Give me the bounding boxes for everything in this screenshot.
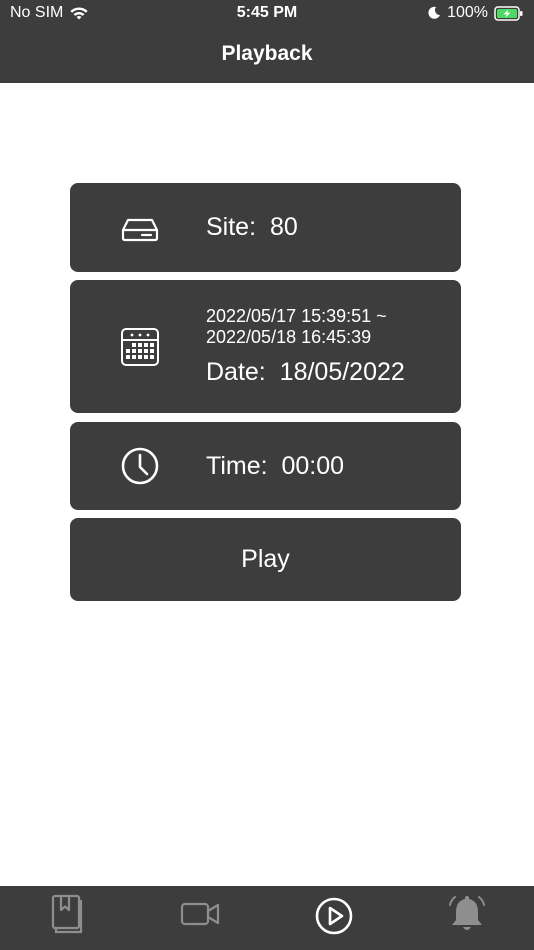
site-value: 80 — [269, 213, 298, 241]
tab-playback[interactable] — [312, 892, 356, 936]
site-label-text: Site: — [206, 213, 257, 241]
time-value: 00:00 — [281, 452, 345, 480]
play-button[interactable]: Play — [70, 518, 461, 601]
bookmark-book-icon — [51, 894, 83, 934]
bell-icon — [449, 896, 485, 930]
battery-percent: 100% — [447, 4, 488, 21]
time-label-text: Time: — [206, 452, 268, 480]
tab-bar — [0, 886, 534, 950]
clock-icon — [121, 447, 159, 485]
status-right: 100% — [427, 4, 524, 22]
date-label: Date: 18/05/2022 — [206, 358, 405, 387]
tab-alarms[interactable] — [445, 892, 489, 936]
moon-icon — [428, 6, 441, 19]
video-camera-icon — [180, 902, 220, 926]
time-selector[interactable]: Time: 00:00 — [70, 422, 461, 510]
site-selector[interactable]: Site: 80 — [70, 183, 461, 272]
range-start: 2022/05/17 15:39:51 ~ — [206, 306, 387, 326]
calendar-icon — [121, 328, 159, 366]
page-title: Playback — [221, 42, 313, 65]
navigation-bar: No SIM 5:45 PM 100% Playback — [0, 0, 534, 83]
date-value: 18/05/2022 — [279, 358, 405, 386]
range-end: 2022/05/18 16:45:39 — [206, 327, 372, 347]
battery-charging-icon — [494, 5, 523, 21]
tab-live[interactable] — [178, 892, 222, 936]
date-label-text: Date: — [206, 358, 266, 386]
hard-drive-icon — [121, 218, 159, 242]
date-selector[interactable]: 2022/05/17 15:39:51 ~ 2022/05/18 16:45:3… — [70, 280, 461, 413]
time-label: Time: 00:00 — [206, 452, 344, 481]
tab-bookmarks[interactable] — [45, 892, 89, 936]
play-circle-icon — [315, 897, 353, 935]
recording-range: 2022/05/17 15:39:51 ~ 2022/05/18 16:45:3… — [206, 306, 387, 348]
site-label: Site: 80 — [206, 213, 298, 242]
